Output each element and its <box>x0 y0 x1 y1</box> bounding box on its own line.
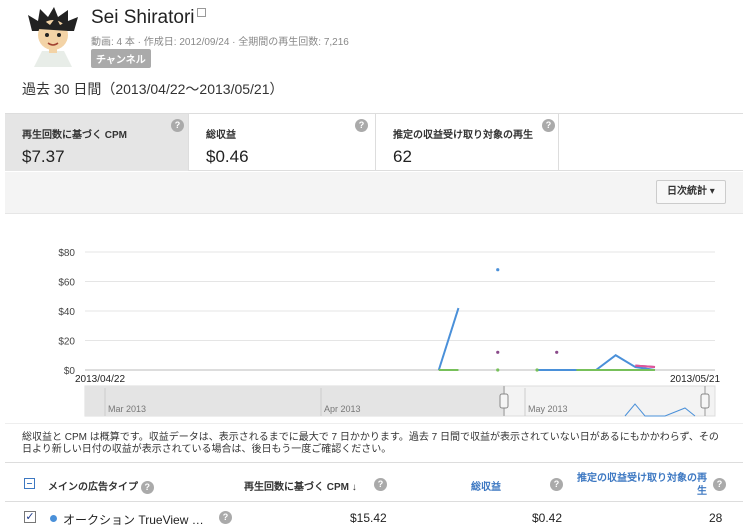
select-all-checkbox[interactable] <box>24 478 35 489</box>
metric-tab-monetized-playbacks[interactable]: 推定の収益受け取り対象の再生 62 ? <box>376 114 558 171</box>
metric-value: 62 <box>393 147 412 166</box>
series-point <box>496 368 500 372</box>
metric-tab-cpm[interactable]: 再生回数に基づく CPM $7.37 ? <box>5 114 188 171</box>
help-icon[interactable]: ? <box>355 119 368 132</box>
x-start-label: 2013/04/22 <box>75 374 125 385</box>
help-icon[interactable]: ? <box>219 511 232 524</box>
row-checkbox[interactable]: ✓ <box>24 511 36 523</box>
y-tick-label: $60 <box>58 278 75 289</box>
series-line <box>437 307 460 371</box>
revenue-disclaimer: 総収益と CPM は概算です。収益データは、表示されるまでに最大で 7 日かかり… <box>22 432 719 455</box>
revenue-line-chart[interactable]: $80 $60 $40 $20 $0 2013/04/22 2013/05/21 Mar … <box>5 172 743 424</box>
help-icon[interactable]: ? <box>374 478 387 491</box>
help-icon[interactable]: ? <box>550 478 563 491</box>
help-icon[interactable]: ? <box>171 119 184 132</box>
date-range-label: 過去 30 日間（2013/04/22〜2013/05/21） <box>22 81 284 97</box>
table-header: メインの広告タイプ ? 再生回数に基づく CPM ↓ ? 総収益 ? 推定の収益… <box>5 462 743 502</box>
metric-label: 総収益 <box>206 130 236 141</box>
series-point <box>496 350 500 354</box>
metric-value: $7.37 <box>22 147 65 166</box>
series-point <box>555 350 559 354</box>
series-point <box>535 368 539 372</box>
navigator-month-label: May 2013 <box>528 404 568 414</box>
y-tick-label: $0 <box>64 366 76 377</box>
series-color-dot <box>50 515 57 522</box>
chart-panel: 日次統計 ▾ $80 $60 $40 $20 $0 2013/04/22 2013/05/… <box>5 172 743 424</box>
x-end-label: 2013/05/21 <box>670 374 720 385</box>
column-header-cpm[interactable]: 再生回数に基づく CPM ↓ <box>244 478 357 493</box>
y-tick-label: $20 <box>58 337 75 348</box>
navigator-handle[interactable] <box>700 393 710 409</box>
help-icon[interactable]: ? <box>140 480 154 494</box>
cell-cpm: $15.42 <box>350 511 387 525</box>
metric-divider <box>558 114 559 171</box>
help-icon[interactable]: ? <box>713 478 726 491</box>
navigator-mask <box>85 386 505 416</box>
series-point <box>496 268 500 272</box>
metric-label: 再生回数に基づく CPM <box>22 130 127 141</box>
table-row[interactable]: ✓ オークション TrueView … ? $15.42 $0.42 28 <box>5 503 743 532</box>
navigator-handle[interactable] <box>499 393 509 409</box>
cell-ad-type: オークション TrueView … <box>63 513 204 527</box>
metric-label: 推定の収益受け取り対象の再生 <box>393 130 533 141</box>
channel-meta: 動画: 4 本 · 作成日: 2012/09/24 · 全期間の再生回数: 7,… <box>91 37 349 48</box>
sort-arrow-icon: ↓ <box>351 482 357 493</box>
column-header-revenue[interactable]: 総収益 <box>471 478 501 493</box>
channel-name[interactable]: Sei Shiratori <box>91 7 206 29</box>
metric-tabs: 再生回数に基づく CPM $7.37 ? 総収益 $0.46 ? 推定の収益受け… <box>5 113 743 171</box>
channel-avatar <box>22 5 84 67</box>
y-tick-label: $40 <box>58 307 75 318</box>
channel-badge: チャンネル <box>91 49 151 68</box>
navigator-month-label: Apr 2013 <box>324 404 361 414</box>
column-header-monetized-playbacks[interactable]: 推定の収益受け取り対象の再生 <box>577 472 707 498</box>
cell-monetized-playbacks: 28 <box>709 511 723 525</box>
column-header-ad-type[interactable]: メインの広告タイプ ? <box>48 478 154 494</box>
y-tick-label: $80 <box>58 248 75 259</box>
help-icon[interactable]: ? <box>542 119 555 132</box>
cell-revenue: $0.42 <box>532 511 563 525</box>
metric-tab-revenue[interactable]: 総収益 $0.46 ? <box>189 114 375 171</box>
metric-value: $0.46 <box>206 147 249 166</box>
external-link-icon[interactable] <box>196 8 206 17</box>
series-line <box>537 354 656 371</box>
navigator-month-label: Mar 2013 <box>108 404 146 414</box>
